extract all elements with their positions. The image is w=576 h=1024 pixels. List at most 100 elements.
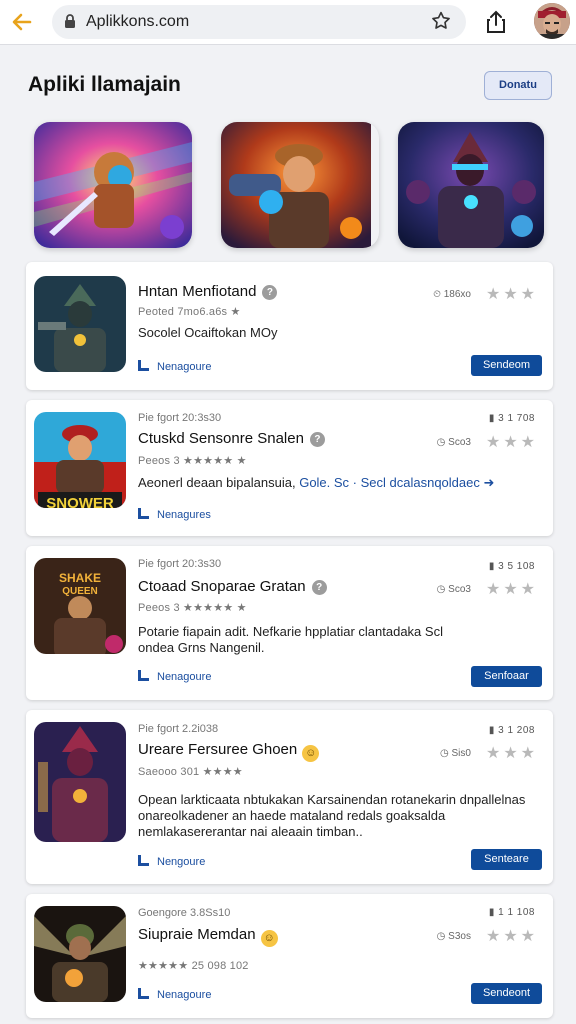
app-title-row: Siupraie Memdan ☺	[138, 926, 278, 947]
lock-icon	[64, 14, 76, 28]
star-icon: ★	[503, 581, 518, 598]
featured-game-1[interactable]	[34, 122, 192, 248]
svg-text:QUEEN: QUEEN	[62, 586, 98, 597]
app-title: Ctoaad Snoparae Gratan	[138, 578, 306, 595]
clock-icon: ◷	[436, 584, 446, 595]
rating-count: 186xo	[443, 289, 471, 300]
app-description-row: Aeonerl deaan bipalansuia, Gole. Sc · Se…	[138, 475, 494, 491]
app-card[interactable]: Pie fgort 2.2i038 Ureare Fersuree Ghoen ☺…	[26, 710, 553, 884]
app-tag[interactable]: Nenagoure	[138, 360, 211, 373]
app-stats: ▮ 3 5 108	[489, 561, 535, 572]
help-icon[interactable]: ?	[309, 432, 325, 447]
app-stats: ▮ 3 1 708	[489, 413, 535, 424]
donate-button[interactable]: Donatu	[484, 71, 552, 100]
flag-icon: ▮	[488, 561, 495, 572]
app-title-row: Ctoaad Snoparae Gratan?	[138, 578, 327, 595]
app-meta: Pie fgort 2.2i038	[138, 723, 219, 735]
star-icon: ★	[503, 745, 518, 762]
address-bar[interactable]: Aplikkons.com	[52, 5, 466, 39]
app-thumbnail[interactable]: SHAKE QUEEN	[34, 558, 126, 654]
app-description: Socolel Ocaiftokan MOy	[138, 325, 278, 340]
app-title-row: Hntan Menfiotand?	[138, 283, 278, 300]
app-title: Ctuskd Sensonre Snalen	[138, 430, 304, 447]
emoji-icon: ☺	[260, 930, 278, 947]
star-icon: ★	[520, 581, 535, 598]
app-thumbnail[interactable]	[34, 276, 126, 372]
browser-toolbar: Aplikkons.com	[0, 0, 576, 45]
app-tag-label: Nenagoure	[157, 361, 212, 373]
back-arrow-icon[interactable]	[8, 8, 36, 36]
help-icon[interactable]: ?	[262, 285, 278, 300]
featured-game-3[interactable]	[398, 122, 544, 248]
rating-count: Sis0	[451, 748, 471, 759]
avatar[interactable]	[534, 3, 570, 39]
clock-icon: ◷	[436, 437, 446, 448]
app-rating: ◷ Sis0 ★ ★ ★	[440, 743, 535, 763]
bookmark-icon	[138, 360, 149, 371]
stats-values: 3 5 108	[498, 561, 535, 572]
help-icon[interactable]: ?	[311, 580, 327, 595]
app-description: Potarie fiapain adit. Nefkarie hpplatiar…	[138, 624, 443, 655]
app-meta: Pie fgort 20:3s30	[138, 558, 222, 570]
star-icon: ★	[503, 286, 518, 303]
app-tag[interactable]: Nenagoure	[138, 670, 211, 683]
app-meta: Goengore 3.8Ss10	[138, 907, 231, 919]
star-icon: ★	[485, 745, 501, 762]
emoji-icon: ☺	[302, 745, 320, 762]
app-subtitle: Peeos 3 ★★★★★ ★	[138, 455, 247, 467]
app-action-button[interactable]: Senfoaar	[471, 666, 542, 687]
app-rating: ◷ Sco3 ★ ★ ★	[437, 432, 535, 452]
clock-icon: ◷	[436, 931, 446, 942]
clock-icon: ⏲	[433, 289, 441, 300]
app-card[interactable]: SNOWER Pie fgort 20:3s30 Ctuskd Sensonre…	[26, 400, 553, 536]
app-card[interactable]: Hntan Menfiotand? Peoted 7mo6.a6s ★ Soco…	[26, 262, 553, 390]
app-rating: ◷ S3os ★ ★ ★	[437, 926, 535, 946]
featured-game-2[interactable]	[221, 122, 379, 248]
flag-icon: ▮	[488, 725, 495, 736]
svg-text:SHAKE: SHAKE	[59, 571, 101, 585]
app-title: Siupraie Memdan	[138, 926, 256, 943]
star-icon: ★	[503, 928, 518, 945]
url-text: Aplikkons.com	[86, 13, 190, 30]
app-subtitle: ★★★★★ 25 098 102	[138, 960, 249, 972]
bookmark-icon	[138, 855, 149, 866]
app-tag-label: Nenagures	[157, 509, 211, 521]
rating-count: Sco3	[448, 584, 471, 595]
app-tag-label: Nengoure	[157, 856, 206, 868]
bookmark-icon	[138, 670, 149, 681]
app-description: Opean larkticaata nbtukakan Karsainendan…	[138, 792, 526, 839]
star-icon: ★	[485, 286, 501, 303]
star-icon[interactable]	[430, 10, 452, 38]
app-title: Ureare Fersuree Ghoen	[138, 741, 298, 758]
stats-values: 3 1 708	[498, 413, 535, 424]
app-rating: ◷ Sco3 ★ ★ ★	[437, 579, 535, 599]
app-meta: Pie fgort 20:3s30	[138, 412, 222, 424]
app-title-row: Ureare Fersuree Ghoen ☺	[138, 741, 320, 762]
app-thumbnail[interactable]: SNOWER	[34, 412, 126, 508]
bookmark-icon	[138, 988, 149, 999]
rating-count: S3os	[448, 931, 471, 942]
flag-icon: ▮	[488, 907, 495, 918]
app-title-row: Ctuskd Sensonre Snalen?	[138, 430, 325, 447]
app-card[interactable]: Goengore 3.8Ss10 Siupraie Memdan ☺ ★★★★★ …	[26, 894, 553, 1018]
star-icon: ★	[520, 286, 535, 303]
rating-count: Sco3	[448, 437, 471, 448]
app-action-button[interactable]: Sendeont	[471, 983, 542, 1004]
app-tag[interactable]: Nengoure	[138, 855, 205, 868]
star-icon: ★	[520, 928, 535, 945]
app-stats: ▮ 1 1 108	[489, 907, 535, 918]
star-icon: ★	[485, 434, 501, 451]
app-tag[interactable]: Nenagures	[138, 508, 211, 521]
app-description: Aeonerl deaan bipalansuia,	[138, 475, 296, 490]
app-thumbnail[interactable]	[34, 722, 126, 842]
app-description-link[interactable]: Gole. Sc · Secl dcalasnqoldaec ➜	[299, 475, 494, 490]
flag-icon: ▮	[488, 413, 495, 424]
app-action-button[interactable]: Senteare	[471, 849, 542, 870]
app-card[interactable]: SHAKE QUEEN Pie fgort 20:3s30 Ctoaad Sno…	[26, 546, 553, 700]
app-thumbnail[interactable]	[34, 906, 126, 1002]
share-icon[interactable]	[485, 10, 507, 34]
app-action-button[interactable]: Sendeom	[471, 355, 542, 376]
app-tag[interactable]: Nenagoure	[138, 988, 211, 1001]
app-tag-label: Nenagoure	[157, 989, 212, 1001]
page-title: Apliki llamajain	[28, 73, 181, 96]
